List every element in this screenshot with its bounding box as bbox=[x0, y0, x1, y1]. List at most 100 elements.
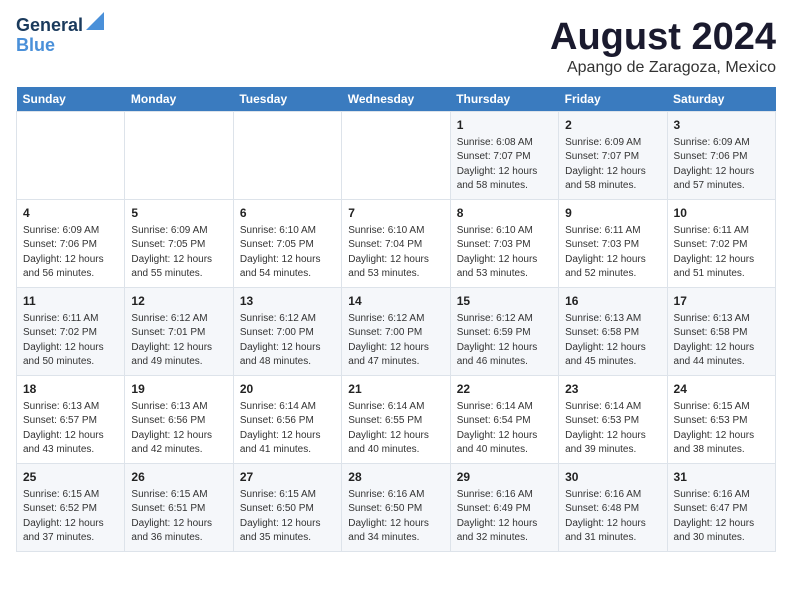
day-info: Sunrise: 6:15 AM Sunset: 6:53 PM Dayligh… bbox=[674, 400, 769, 458]
day-number: 14 bbox=[348, 293, 443, 310]
calendar-cell: 17 Sunrise: 6:13 AM Sunset: 6:58 PM Dayli… bbox=[667, 288, 775, 376]
day-info: Sunrise: 6:10 AM Sunset: 7:03 PM Dayligh… bbox=[457, 224, 552, 282]
day-number: 18 bbox=[23, 381, 118, 398]
day-info: Sunrise: 6:09 AM Sunset: 7:05 PM Dayligh… bbox=[131, 224, 226, 282]
calendar-cell bbox=[125, 112, 233, 200]
calendar-cell: 9 Sunrise: 6:11 AM Sunset: 7:03 PM Daylig… bbox=[559, 200, 667, 288]
day-number: 17 bbox=[674, 293, 769, 310]
day-number: 12 bbox=[131, 293, 226, 310]
calendar-cell: 2 Sunrise: 6:09 AM Sunset: 7:07 PM Daylig… bbox=[559, 112, 667, 200]
day-number: 23 bbox=[565, 381, 660, 398]
calendar-cell: 24 Sunrise: 6:15 AM Sunset: 6:53 PM Dayli… bbox=[667, 376, 775, 464]
logo-text-blue: Blue bbox=[16, 36, 104, 56]
day-info: Sunrise: 6:11 AM Sunset: 7:03 PM Dayligh… bbox=[565, 224, 660, 282]
calendar-cell: 18 Sunrise: 6:13 AM Sunset: 6:57 PM Dayli… bbox=[17, 376, 125, 464]
calendar-cell: 21 Sunrise: 6:14 AM Sunset: 6:55 PM Dayli… bbox=[342, 376, 450, 464]
header-sunday: Sunday bbox=[17, 87, 125, 112]
day-info: Sunrise: 6:13 AM Sunset: 6:58 PM Dayligh… bbox=[565, 312, 660, 370]
day-number: 27 bbox=[240, 469, 335, 486]
calendar-cell: 14Sunrise: 6:12 AM Sunset: 7:00 PM Dayli… bbox=[342, 288, 450, 376]
day-number: 4 bbox=[23, 205, 118, 222]
calendar-cell: 1Sunrise: 6:08 AM Sunset: 7:07 PM Daylig… bbox=[450, 112, 558, 200]
day-number: 21 bbox=[348, 381, 443, 398]
week-row-2: 4Sunrise: 6:09 AM Sunset: 7:06 PM Daylig… bbox=[17, 200, 776, 288]
calendar-cell: 11 Sunrise: 6:11 AM Sunset: 7:02 PM Dayli… bbox=[17, 288, 125, 376]
calendar-cell: 5 Sunrise: 6:09 AM Sunset: 7:05 PM Daylig… bbox=[125, 200, 233, 288]
day-number: 30 bbox=[565, 469, 660, 486]
day-number: 25 bbox=[23, 469, 118, 486]
day-info: Sunrise: 6:10 AM Sunset: 7:05 PM Dayligh… bbox=[240, 224, 335, 282]
day-number: 19 bbox=[131, 381, 226, 398]
calendar-header: SundayMondayTuesdayWednesdayThursdayFrid… bbox=[17, 87, 776, 112]
day-number: 6 bbox=[240, 205, 335, 222]
day-info: Sunrise: 6:13 AM Sunset: 6:58 PM Dayligh… bbox=[674, 312, 769, 370]
day-number: 20 bbox=[240, 381, 335, 398]
calendar-cell: 20 Sunrise: 6:14 AM Sunset: 6:56 PM Dayli… bbox=[233, 376, 341, 464]
day-info: Sunrise: 6:16 AM Sunset: 6:48 PM Dayligh… bbox=[565, 488, 660, 546]
calendar-cell: 7Sunrise: 6:10 AM Sunset: 7:04 PM Daylig… bbox=[342, 200, 450, 288]
calendar-cell: 28Sunrise: 6:16 AM Sunset: 6:50 PM Dayli… bbox=[342, 464, 450, 552]
calendar-cell: 15 Sunrise: 6:12 AM Sunset: 6:59 PM Dayli… bbox=[450, 288, 558, 376]
week-row-3: 11 Sunrise: 6:11 AM Sunset: 7:02 PM Dayli… bbox=[17, 288, 776, 376]
day-number: 8 bbox=[457, 205, 552, 222]
header-friday: Friday bbox=[559, 87, 667, 112]
calendar-cell: 3 Sunrise: 6:09 AM Sunset: 7:06 PM Daylig… bbox=[667, 112, 775, 200]
calendar-cell: 27 Sunrise: 6:15 AM Sunset: 6:50 PM Dayli… bbox=[233, 464, 341, 552]
day-number: 2 bbox=[565, 117, 660, 134]
day-number: 29 bbox=[457, 469, 552, 486]
header-thursday: Thursday bbox=[450, 87, 558, 112]
week-row-5: 25 Sunrise: 6:15 AM Sunset: 6:52 PM Dayli… bbox=[17, 464, 776, 552]
logo: General Blue bbox=[16, 16, 104, 56]
day-info: Sunrise: 6:14 AM Sunset: 6:56 PM Dayligh… bbox=[240, 400, 335, 458]
logo-text-general: General bbox=[16, 16, 83, 36]
day-number: 1 bbox=[457, 117, 552, 134]
day-number: 3 bbox=[674, 117, 769, 134]
day-number: 9 bbox=[565, 205, 660, 222]
day-number: 11 bbox=[23, 293, 118, 310]
calendar-cell: 13 Sunrise: 6:12 AM Sunset: 7:00 PM Dayli… bbox=[233, 288, 341, 376]
day-number: 24 bbox=[674, 381, 769, 398]
day-number: 5 bbox=[131, 205, 226, 222]
calendar-cell: 30 Sunrise: 6:16 AM Sunset: 6:48 PM Dayli… bbox=[559, 464, 667, 552]
calendar-cell: 10Sunrise: 6:11 AM Sunset: 7:02 PM Dayli… bbox=[667, 200, 775, 288]
calendar-cell bbox=[342, 112, 450, 200]
week-row-1: 1Sunrise: 6:08 AM Sunset: 7:07 PM Daylig… bbox=[17, 112, 776, 200]
calendar-cell: 16 Sunrise: 6:13 AM Sunset: 6:58 PM Dayli… bbox=[559, 288, 667, 376]
calendar-cell bbox=[17, 112, 125, 200]
calendar-cell bbox=[233, 112, 341, 200]
header-row: SundayMondayTuesdayWednesdayThursdayFrid… bbox=[17, 87, 776, 112]
day-info: Sunrise: 6:11 AM Sunset: 7:02 PM Dayligh… bbox=[674, 224, 769, 282]
day-info: Sunrise: 6:14 AM Sunset: 6:53 PM Dayligh… bbox=[565, 400, 660, 458]
day-info: Sunrise: 6:12 AM Sunset: 6:59 PM Dayligh… bbox=[457, 312, 552, 370]
day-info: Sunrise: 6:13 AM Sunset: 6:56 PM Dayligh… bbox=[131, 400, 226, 458]
header-wednesday: Wednesday bbox=[342, 87, 450, 112]
day-info: Sunrise: 6:12 AM Sunset: 7:00 PM Dayligh… bbox=[240, 312, 335, 370]
day-number: 16 bbox=[565, 293, 660, 310]
logo-triangle-icon bbox=[86, 12, 104, 30]
day-info: Sunrise: 6:16 AM Sunset: 6:50 PM Dayligh… bbox=[348, 488, 443, 546]
day-info: Sunrise: 6:13 AM Sunset: 6:57 PM Dayligh… bbox=[23, 400, 118, 458]
header-tuesday: Tuesday bbox=[233, 87, 341, 112]
day-info: Sunrise: 6:09 AM Sunset: 7:07 PM Dayligh… bbox=[565, 136, 660, 194]
page-header: General Blue August 2024 Apango de Zarag… bbox=[16, 16, 776, 77]
day-info: Sunrise: 6:12 AM Sunset: 7:01 PM Dayligh… bbox=[131, 312, 226, 370]
calendar-cell: 6 Sunrise: 6:10 AM Sunset: 7:05 PM Daylig… bbox=[233, 200, 341, 288]
day-info: Sunrise: 6:14 AM Sunset: 6:55 PM Dayligh… bbox=[348, 400, 443, 458]
day-info: Sunrise: 6:09 AM Sunset: 7:06 PM Dayligh… bbox=[674, 136, 769, 194]
day-info: Sunrise: 6:15 AM Sunset: 6:50 PM Dayligh… bbox=[240, 488, 335, 546]
day-info: Sunrise: 6:16 AM Sunset: 6:47 PM Dayligh… bbox=[674, 488, 769, 546]
day-info: Sunrise: 6:11 AM Sunset: 7:02 PM Dayligh… bbox=[23, 312, 118, 370]
day-number: 31 bbox=[674, 469, 769, 486]
day-info: Sunrise: 6:15 AM Sunset: 6:52 PM Dayligh… bbox=[23, 488, 118, 546]
header-saturday: Saturday bbox=[667, 87, 775, 112]
day-number: 13 bbox=[240, 293, 335, 310]
header-monday: Monday bbox=[125, 87, 233, 112]
day-number: 7 bbox=[348, 205, 443, 222]
day-number: 15 bbox=[457, 293, 552, 310]
calendar-cell: 29Sunrise: 6:16 AM Sunset: 6:49 PM Dayli… bbox=[450, 464, 558, 552]
calendar-cell: 31 Sunrise: 6:16 AM Sunset: 6:47 PM Dayli… bbox=[667, 464, 775, 552]
day-info: Sunrise: 6:15 AM Sunset: 6:51 PM Dayligh… bbox=[131, 488, 226, 546]
calendar-cell: 22Sunrise: 6:14 AM Sunset: 6:54 PM Dayli… bbox=[450, 376, 558, 464]
calendar-title-block: August 2024 Apango de Zaragoza, Mexico bbox=[550, 16, 776, 77]
day-number: 26 bbox=[131, 469, 226, 486]
